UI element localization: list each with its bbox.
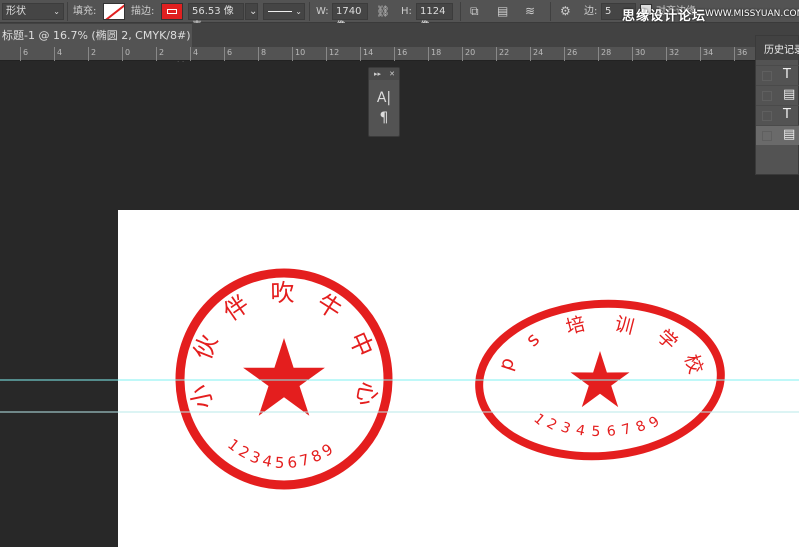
stamp-char: 吹 (270, 279, 294, 307)
stamp-char: 校 (680, 352, 707, 377)
stamp-char: 6 (287, 453, 298, 472)
stamp-char: 8 (634, 418, 649, 436)
stamp-char: 7 (620, 421, 633, 439)
stamp-char: 小 (186, 382, 218, 411)
stamp-char: 9 (646, 413, 662, 431)
stamp-char: 5 (274, 454, 284, 472)
stamp-char: s (522, 328, 544, 351)
stamp-char: 4 (261, 451, 274, 471)
stamp-artwork: 小伙伴吹牛中心1234 5 6 789ps培训学校123 4 5 6 7 89 (0, 268, 799, 490)
stamp-char: 3 (559, 419, 573, 437)
star-icon (570, 351, 630, 408)
stamp-char: 4 (574, 422, 586, 440)
stamp-char: p (494, 355, 519, 373)
stamp-char: 6 (606, 423, 617, 440)
stamp-char: 心 (351, 380, 383, 408)
stamp-char: 2 (544, 416, 560, 434)
stamp-char: 培 (564, 313, 588, 339)
stamp-char: 训 (612, 313, 636, 339)
stamp-char: 学 (653, 325, 682, 354)
star-icon (243, 338, 325, 416)
stamp-char: 5 (591, 424, 601, 440)
